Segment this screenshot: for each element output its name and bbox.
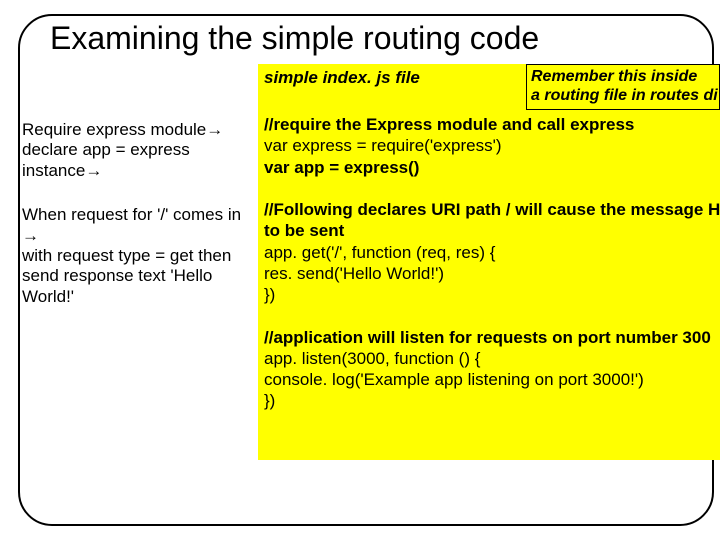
remember-line1: Remember this inside [531,67,715,86]
code-line: }) [264,284,720,305]
remember-line2: a routing file in routes di [531,86,715,105]
code-line: to be sent [264,220,720,241]
code-line: //Following declares URI path / will cau… [264,199,720,220]
slide-title: Examining the simple routing code [50,20,539,57]
left-note-1: Require express module→ declare app = ex… [22,120,254,181]
code-line: console. log('Example app listening on p… [264,369,720,390]
code-line: }) [264,390,720,411]
code-line: res. send('Hello World!') [264,263,720,284]
left-note-2: When request for '/' comes in → with req… [22,205,254,307]
code-line: app. listen(3000, function () { [264,348,720,369]
left-column: Require express module→ declare app = ex… [22,120,254,307]
code-line [264,305,720,326]
code-line [264,178,720,199]
code-line: app. get('/', function (req, res) { [264,242,720,263]
code-line: //require the Express module and call ex… [264,114,720,135]
code-header: simple index. js file [264,68,420,88]
code-line: var express = require('express') [264,135,720,156]
remember-callout: Remember this inside a routing file in r… [526,64,720,110]
slide: Examining the simple routing code Requir… [0,0,720,540]
code-block: simple index. js file //require the Expr… [258,64,720,464]
code-line: var app = express() [264,157,720,178]
code-line: //application will listen for requests o… [264,327,720,348]
code-lines: //require the Express module and call ex… [264,114,720,412]
